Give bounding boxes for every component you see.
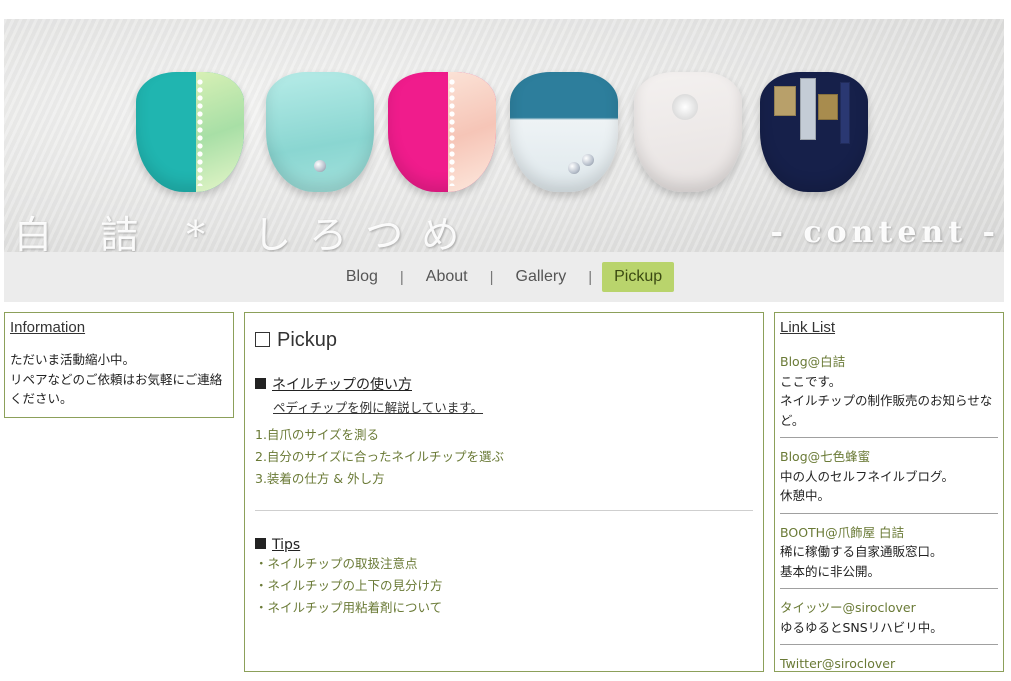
pickup-heading: Pickup — [255, 329, 753, 352]
link-desc: 基本的に非公開。 — [780, 563, 881, 579]
nail-image-navy — [760, 72, 868, 192]
information-line: ただいま活動縮小中。 — [10, 352, 136, 367]
section-subtitle: ペディチップを例に解説しています。 — [273, 400, 484, 415]
information-title[interactable]: Information — [10, 319, 228, 336]
tips-item-link[interactable]: ・ネイルチップの取扱注意点 — [255, 553, 753, 575]
pickup-link[interactable]: 1.自爪のサイズを測る — [255, 424, 753, 446]
section-heading: ネイルチップの使い方 — [255, 374, 753, 394]
header-banner: 白 詰 * しろつめ - content - — [4, 19, 1004, 252]
nail-image-blue — [510, 72, 618, 192]
link-list-item: BOOTH@爪飾屋 白詰 稀に稼働する自家通販窓口。 基本的に非公開。 — [780, 523, 998, 589]
nav-separator: | — [489, 268, 494, 286]
link-desc: 稀に稼働する自家通販窓口。 — [780, 544, 943, 559]
link-desc: ネイルチップの制作販売のお知らせなど。 — [780, 393, 993, 428]
nail-image-white — [634, 72, 742, 192]
link-desc: 中の人のセルフネイルブログ。 — [780, 468, 955, 484]
link-desc: ゆるゆるとSNSリハビリ中。 — [780, 619, 943, 635]
nav-gallery-link[interactable]: Gallery — [504, 262, 579, 292]
information-line: リペアなどのご依頼はお気軽にご連絡ください。 — [10, 371, 223, 407]
link-twitter[interactable]: Twitter@siroclover — [780, 654, 998, 674]
link-list-item: Blog@白詰 ここです。 ネイルチップの制作販売のお知らせなど。 — [780, 352, 998, 438]
nav-blog-link[interactable]: Blog — [334, 262, 390, 292]
section-heading: Tips — [255, 537, 753, 553]
nav-separator: | — [588, 268, 593, 286]
nav-pickup-link[interactable]: Pickup — [602, 262, 675, 292]
link-desc: 休憩中。 — [780, 488, 831, 503]
section-label: - content - — [770, 215, 1000, 250]
nav-separator: | — [399, 268, 404, 286]
link-list-item: タイッツー@siroclover ゆるゆるとSNSリハビリ中。 — [780, 598, 998, 645]
link-list-box: Link List Blog@白詰 ここです。 ネイルチップの制作販売のお知らせ… — [774, 312, 1004, 672]
link-list-title[interactable]: Link List — [780, 319, 998, 336]
pickup-box: Pickup ネイルチップの使い方 ペディチップを例に解説しています。 1.自爪… — [244, 312, 764, 672]
filled-square-icon — [255, 537, 266, 549]
nail-image-mint — [266, 72, 374, 192]
information-box: Information ただいま活動縮小中。 リペアなどのご依頼はお気軽にご連絡… — [4, 312, 234, 418]
tips-item-link[interactable]: ・ネイルチップ用粘着剤について — [255, 597, 753, 619]
main-nav: Blog | About | Gallery | Pickup — [4, 252, 1004, 302]
link-list-item: Blog@七色蜂蜜 中の人のセルフネイルブログ。 休憩中。 — [780, 447, 998, 514]
link-blog-shirotsume[interactable]: Blog@白詰 — [780, 352, 998, 372]
nail-image-teal — [136, 72, 244, 192]
link-desc: ここです。 — [780, 373, 842, 389]
square-outline-icon — [255, 332, 270, 347]
tips-link[interactable]: Tips — [272, 537, 300, 553]
tips-item-link[interactable]: ・ネイルチップの上下の見分け方 — [255, 575, 753, 597]
link-taittsu[interactable]: タイッツー@siroclover — [780, 598, 998, 618]
nav-about-link[interactable]: About — [414, 262, 480, 292]
pickup-link[interactable]: 3.装着の仕方 & 外し方 — [255, 468, 753, 490]
link-list-item: Twitter@siroclover — [780, 654, 998, 681]
link-blog-nanairo[interactable]: Blog@七色蜂蜜 — [780, 447, 998, 467]
pickup-link[interactable]: 2.自分のサイズに合ったネイルチップを選ぶ — [255, 446, 753, 468]
filled-square-icon — [255, 378, 266, 389]
link-booth[interactable]: BOOTH@爪飾屋 白詰 — [780, 523, 998, 543]
nail-tip-usage-link[interactable]: ネイルチップの使い方 — [272, 377, 412, 393]
site-title: 白 詰 * しろつめ — [14, 213, 478, 252]
divider — [255, 509, 753, 511]
nail-image-pink — [388, 72, 496, 192]
pickup-heading-text: Pickup — [277, 329, 338, 351]
